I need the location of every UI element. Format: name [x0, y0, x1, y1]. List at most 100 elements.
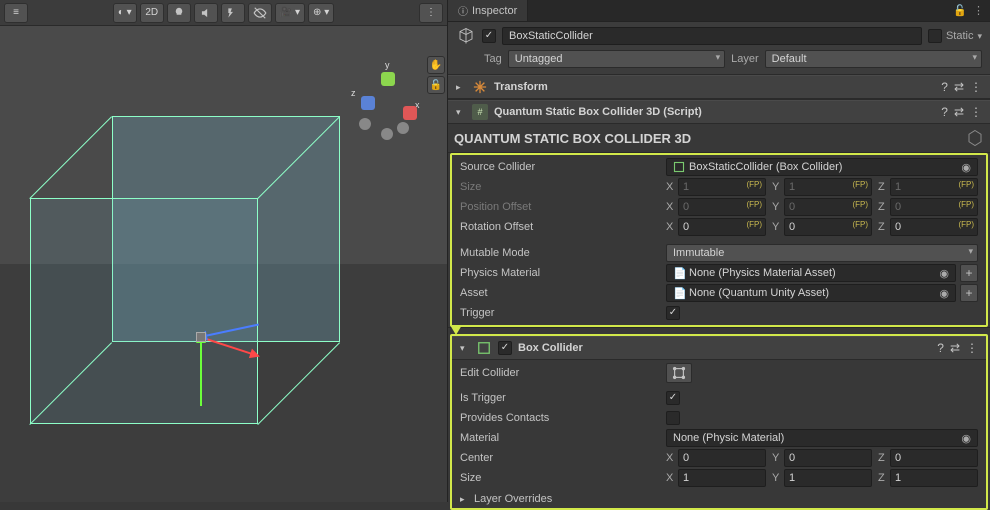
object-picker-icon[interactable]: ◉ [939, 287, 949, 300]
component-menu-icon[interactable]: ⋮ [966, 341, 978, 355]
bc-size-y[interactable]: 1 [784, 469, 872, 487]
lighting-toggle[interactable] [167, 3, 191, 23]
preset-icon[interactable]: ⇄ [954, 80, 964, 94]
gameobject-active-checkbox[interactable] [482, 29, 496, 43]
box-collider-component: ▾ Box Collider ? ⇄ ⋮ Edit Collider Is Tr… [452, 336, 986, 508]
center-y[interactable]: 0 [784, 449, 872, 467]
gizmos-dropdown[interactable]: ⊕ ▾ [308, 3, 334, 23]
lock-icon[interactable]: 🔓 [953, 4, 967, 17]
panel-menu-icon[interactable]: ⋮ [973, 4, 984, 17]
bc-size-label: Size [460, 472, 660, 484]
2d-toggle[interactable]: 2D [140, 3, 164, 23]
boxcollider-icon [476, 340, 492, 356]
static-checkbox[interactable] [928, 29, 942, 43]
layer-label: Layer [731, 53, 759, 65]
object-picker-icon[interactable]: ◉ [939, 267, 949, 280]
asset-field[interactable]: 📄 None (Quantum Unity Asset) ◉ [666, 284, 956, 302]
rotation-offset-label: Rotation Offset [460, 221, 660, 233]
highlighted-source-region: Source Collider BoxStaticCollider (Box C… [450, 153, 988, 327]
box-collider-enabled-checkbox[interactable] [498, 341, 512, 355]
camera-dropdown[interactable]: 🎥 ▾ [275, 3, 305, 23]
center-x[interactable]: 0 [678, 449, 766, 467]
material-field[interactable]: None (Physic Material) ◉ [666, 429, 978, 447]
add-asset-button[interactable]: + [960, 284, 978, 302]
inspector-panel: Inspector 🔓 ⋮ BoxStaticCollider Static ▾… [448, 0, 990, 502]
quantum-component-title: Quantum Static Box Collider 3D (Script) [494, 106, 935, 118]
inspector-tab[interactable]: Inspector [448, 0, 528, 21]
lock-tool[interactable]: 🔓 [427, 76, 445, 94]
bc-size-x[interactable]: 1 [678, 469, 766, 487]
axis-label-z: z [351, 88, 356, 98]
trigger-checkbox[interactable] [666, 306, 680, 320]
edit-collider-button[interactable] [666, 363, 692, 383]
component-menu-icon[interactable]: ⋮ [970, 105, 982, 119]
boxcollider-icon [673, 161, 685, 173]
size-x[interactable]: 1(FP) [678, 178, 766, 196]
is-trigger-checkbox[interactable] [666, 391, 680, 405]
help-icon[interactable]: ? [941, 80, 948, 94]
transform-title: Transform [494, 81, 935, 93]
rotoff-y[interactable]: 0(FP) [784, 218, 872, 236]
physics-material-label: Physics Material [460, 267, 660, 279]
rotoff-z[interactable]: 0(FP) [890, 218, 978, 236]
mutable-mode-dropdown[interactable]: Immutable [666, 244, 978, 262]
shading-dropdown[interactable]: ◐ ▾ [113, 3, 137, 23]
posoff-x[interactable]: 0(FP) [678, 198, 766, 216]
source-collider-label: Source Collider [460, 161, 660, 173]
hand-tool[interactable]: ✋ [427, 56, 445, 74]
provides-contacts-label: Provides Contacts [460, 412, 660, 424]
source-collider-field[interactable]: BoxStaticCollider (Box Collider) ◉ [666, 158, 978, 176]
asset-label: Asset [460, 287, 660, 299]
toolbar-menu-button[interactable]: ≡ [4, 3, 28, 23]
tag-label: Tag [484, 53, 502, 65]
layer-overrides-label: Layer Overrides [474, 493, 552, 505]
visibility-toggle[interactable] [248, 3, 272, 23]
transform-component: ▸ Transform ? ⇄ ⋮ [448, 75, 990, 100]
size-z[interactable]: 1(FP) [890, 178, 978, 196]
provides-contacts-checkbox[interactable] [666, 411, 680, 425]
layer-dropdown[interactable]: Default [765, 50, 982, 68]
preset-icon[interactable]: ⇄ [954, 105, 964, 119]
mutable-mode-label: Mutable Mode [460, 247, 660, 259]
size-label: Size [460, 181, 660, 193]
posoff-z[interactable]: 0(FP) [890, 198, 978, 216]
move-gizmo[interactable] [140, 276, 260, 396]
transform-icon [472, 79, 488, 95]
asset-icon: 📄 [673, 267, 685, 279]
orientation-gizmo[interactable]: y x z [353, 72, 423, 142]
scene-viewport[interactable]: ✋ 🔓 y x z [0, 26, 447, 502]
foldout-icon[interactable]: ▸ [460, 494, 470, 505]
tag-dropdown[interactable]: Untagged [508, 50, 725, 68]
quantum-hex-icon [966, 129, 984, 147]
preset-icon[interactable]: ⇄ [950, 341, 960, 355]
bc-size-z[interactable]: 1 [890, 469, 978, 487]
quantum-section-title: QUANTUM STATIC BOX COLLIDER 3D [448, 124, 990, 153]
posoff-y[interactable]: 0(FP) [784, 198, 872, 216]
rotoff-x[interactable]: 0(FP) [678, 218, 766, 236]
foldout-icon[interactable]: ▸ [456, 82, 466, 93]
edit-collider-label: Edit Collider [460, 367, 660, 379]
overflow-button[interactable]: ⋮ [419, 3, 443, 23]
highlighted-boxcollider-region: ▾ Box Collider ? ⇄ ⋮ Edit Collider Is Tr… [450, 334, 988, 510]
gameobject-name-field[interactable]: BoxStaticCollider [502, 27, 922, 45]
object-picker-icon[interactable]: ◉ [961, 432, 971, 445]
foldout-icon[interactable]: ▾ [456, 107, 466, 118]
inspector-tabbar: Inspector 🔓 ⋮ [448, 0, 990, 22]
gameobject-icon [456, 26, 476, 46]
help-icon[interactable]: ? [941, 105, 948, 119]
size-y[interactable]: 1(FP) [784, 178, 872, 196]
script-icon: # [472, 104, 488, 120]
object-picker-icon[interactable]: ◉ [961, 161, 971, 174]
foldout-icon[interactable]: ▾ [460, 343, 470, 354]
quantum-collider-component: ▾ # Quantum Static Box Collider 3D (Scri… [448, 100, 990, 328]
help-icon[interactable]: ? [937, 341, 944, 355]
fx-toggle[interactable] [221, 3, 245, 23]
audio-toggle[interactable] [194, 3, 218, 23]
center-z[interactable]: 0 [890, 449, 978, 467]
add-material-button[interactable]: + [960, 264, 978, 282]
physics-material-field[interactable]: 📄 None (Physics Material Asset) ◉ [666, 264, 956, 282]
scene-toolbar: ≡ ◐ ▾ 2D 🎥 ▾ ⊕ ▾ ⋮ [0, 0, 447, 26]
component-menu-icon[interactable]: ⋮ [970, 80, 982, 94]
position-offset-label: Position Offset [460, 201, 660, 213]
static-dropdown-icon[interactable]: ▾ [977, 31, 982, 42]
